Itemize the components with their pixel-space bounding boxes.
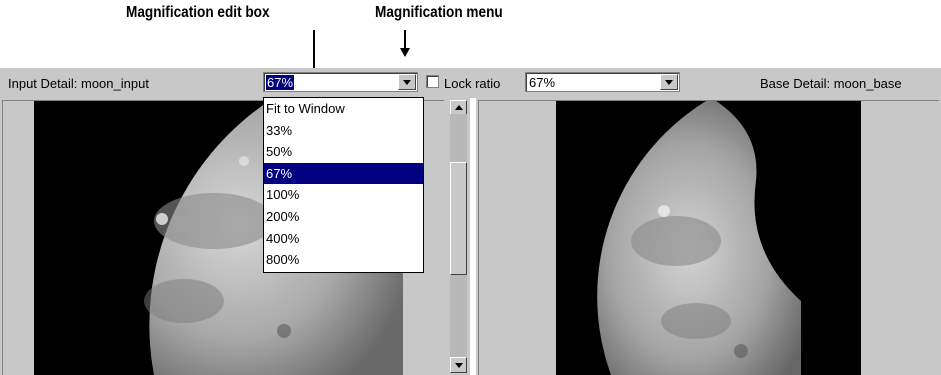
dropdown-option-67[interactable]: 67% bbox=[264, 162, 423, 185]
chevron-up-icon bbox=[455, 105, 463, 110]
dropdown-option-33[interactable]: 33% bbox=[264, 120, 423, 142]
base-magnification-edit-box[interactable]: 67% bbox=[528, 75, 556, 90]
crater bbox=[658, 205, 670, 217]
mare-region bbox=[631, 216, 721, 266]
mare-region bbox=[144, 279, 224, 323]
annotation-menu: Magnification menu bbox=[375, 4, 503, 21]
dropdown-option-200[interactable]: 200% bbox=[264, 206, 423, 228]
base-magnification-menu-button[interactable] bbox=[660, 74, 678, 90]
chevron-down-icon bbox=[665, 80, 673, 85]
annotation-edit-box: Magnification edit box bbox=[126, 4, 270, 21]
lock-ratio-checkbox[interactable] bbox=[426, 75, 439, 88]
crater bbox=[277, 324, 291, 338]
lock-ratio-label: Lock ratio bbox=[444, 76, 501, 91]
dropdown-option-fit-to-window[interactable]: Fit to Window bbox=[264, 98, 423, 120]
moon-base-image[interactable] bbox=[556, 101, 861, 375]
magnification-edit-box[interactable]: 67% bbox=[266, 75, 295, 90]
mare-region bbox=[661, 303, 731, 339]
menu-arrowhead bbox=[400, 48, 410, 57]
dropdown-option-100[interactable]: 100% bbox=[264, 184, 423, 206]
magnification-combo-base[interactable]: 67% bbox=[525, 72, 680, 92]
magnification-menu-button[interactable] bbox=[398, 74, 416, 90]
magnification-combo-input[interactable]: 67% bbox=[263, 72, 418, 92]
base-detail-label: Base Detail: moon_base bbox=[760, 76, 902, 91]
vertical-scrollbar[interactable] bbox=[446, 98, 470, 375]
mare-region bbox=[154, 193, 274, 249]
chevron-down-icon bbox=[403, 80, 411, 85]
crater bbox=[156, 213, 168, 225]
crater bbox=[239, 156, 249, 166]
toolbar: Input Detail: moon_input 67% Lock ratio … bbox=[0, 68, 941, 98]
menu-leader-line bbox=[404, 30, 406, 48]
moon-base-svg bbox=[597, 101, 801, 375]
base-detail-pane bbox=[476, 98, 941, 375]
scroll-thumb[interactable] bbox=[450, 162, 467, 275]
scroll-down-button[interactable] bbox=[450, 357, 467, 373]
chevron-down-icon bbox=[455, 363, 463, 368]
crater bbox=[734, 344, 748, 358]
input-detail-label: Input Detail: moon_input bbox=[8, 76, 149, 91]
dropdown-option-400[interactable]: 400% bbox=[264, 228, 423, 250]
dropdown-option-800[interactable]: 800% bbox=[264, 249, 423, 271]
dropdown-option-50[interactable]: 50% bbox=[264, 141, 423, 163]
magnification-dropdown-list[interactable]: Fit to Window 33% 50% 67% 100% 200% 400%… bbox=[263, 97, 424, 273]
